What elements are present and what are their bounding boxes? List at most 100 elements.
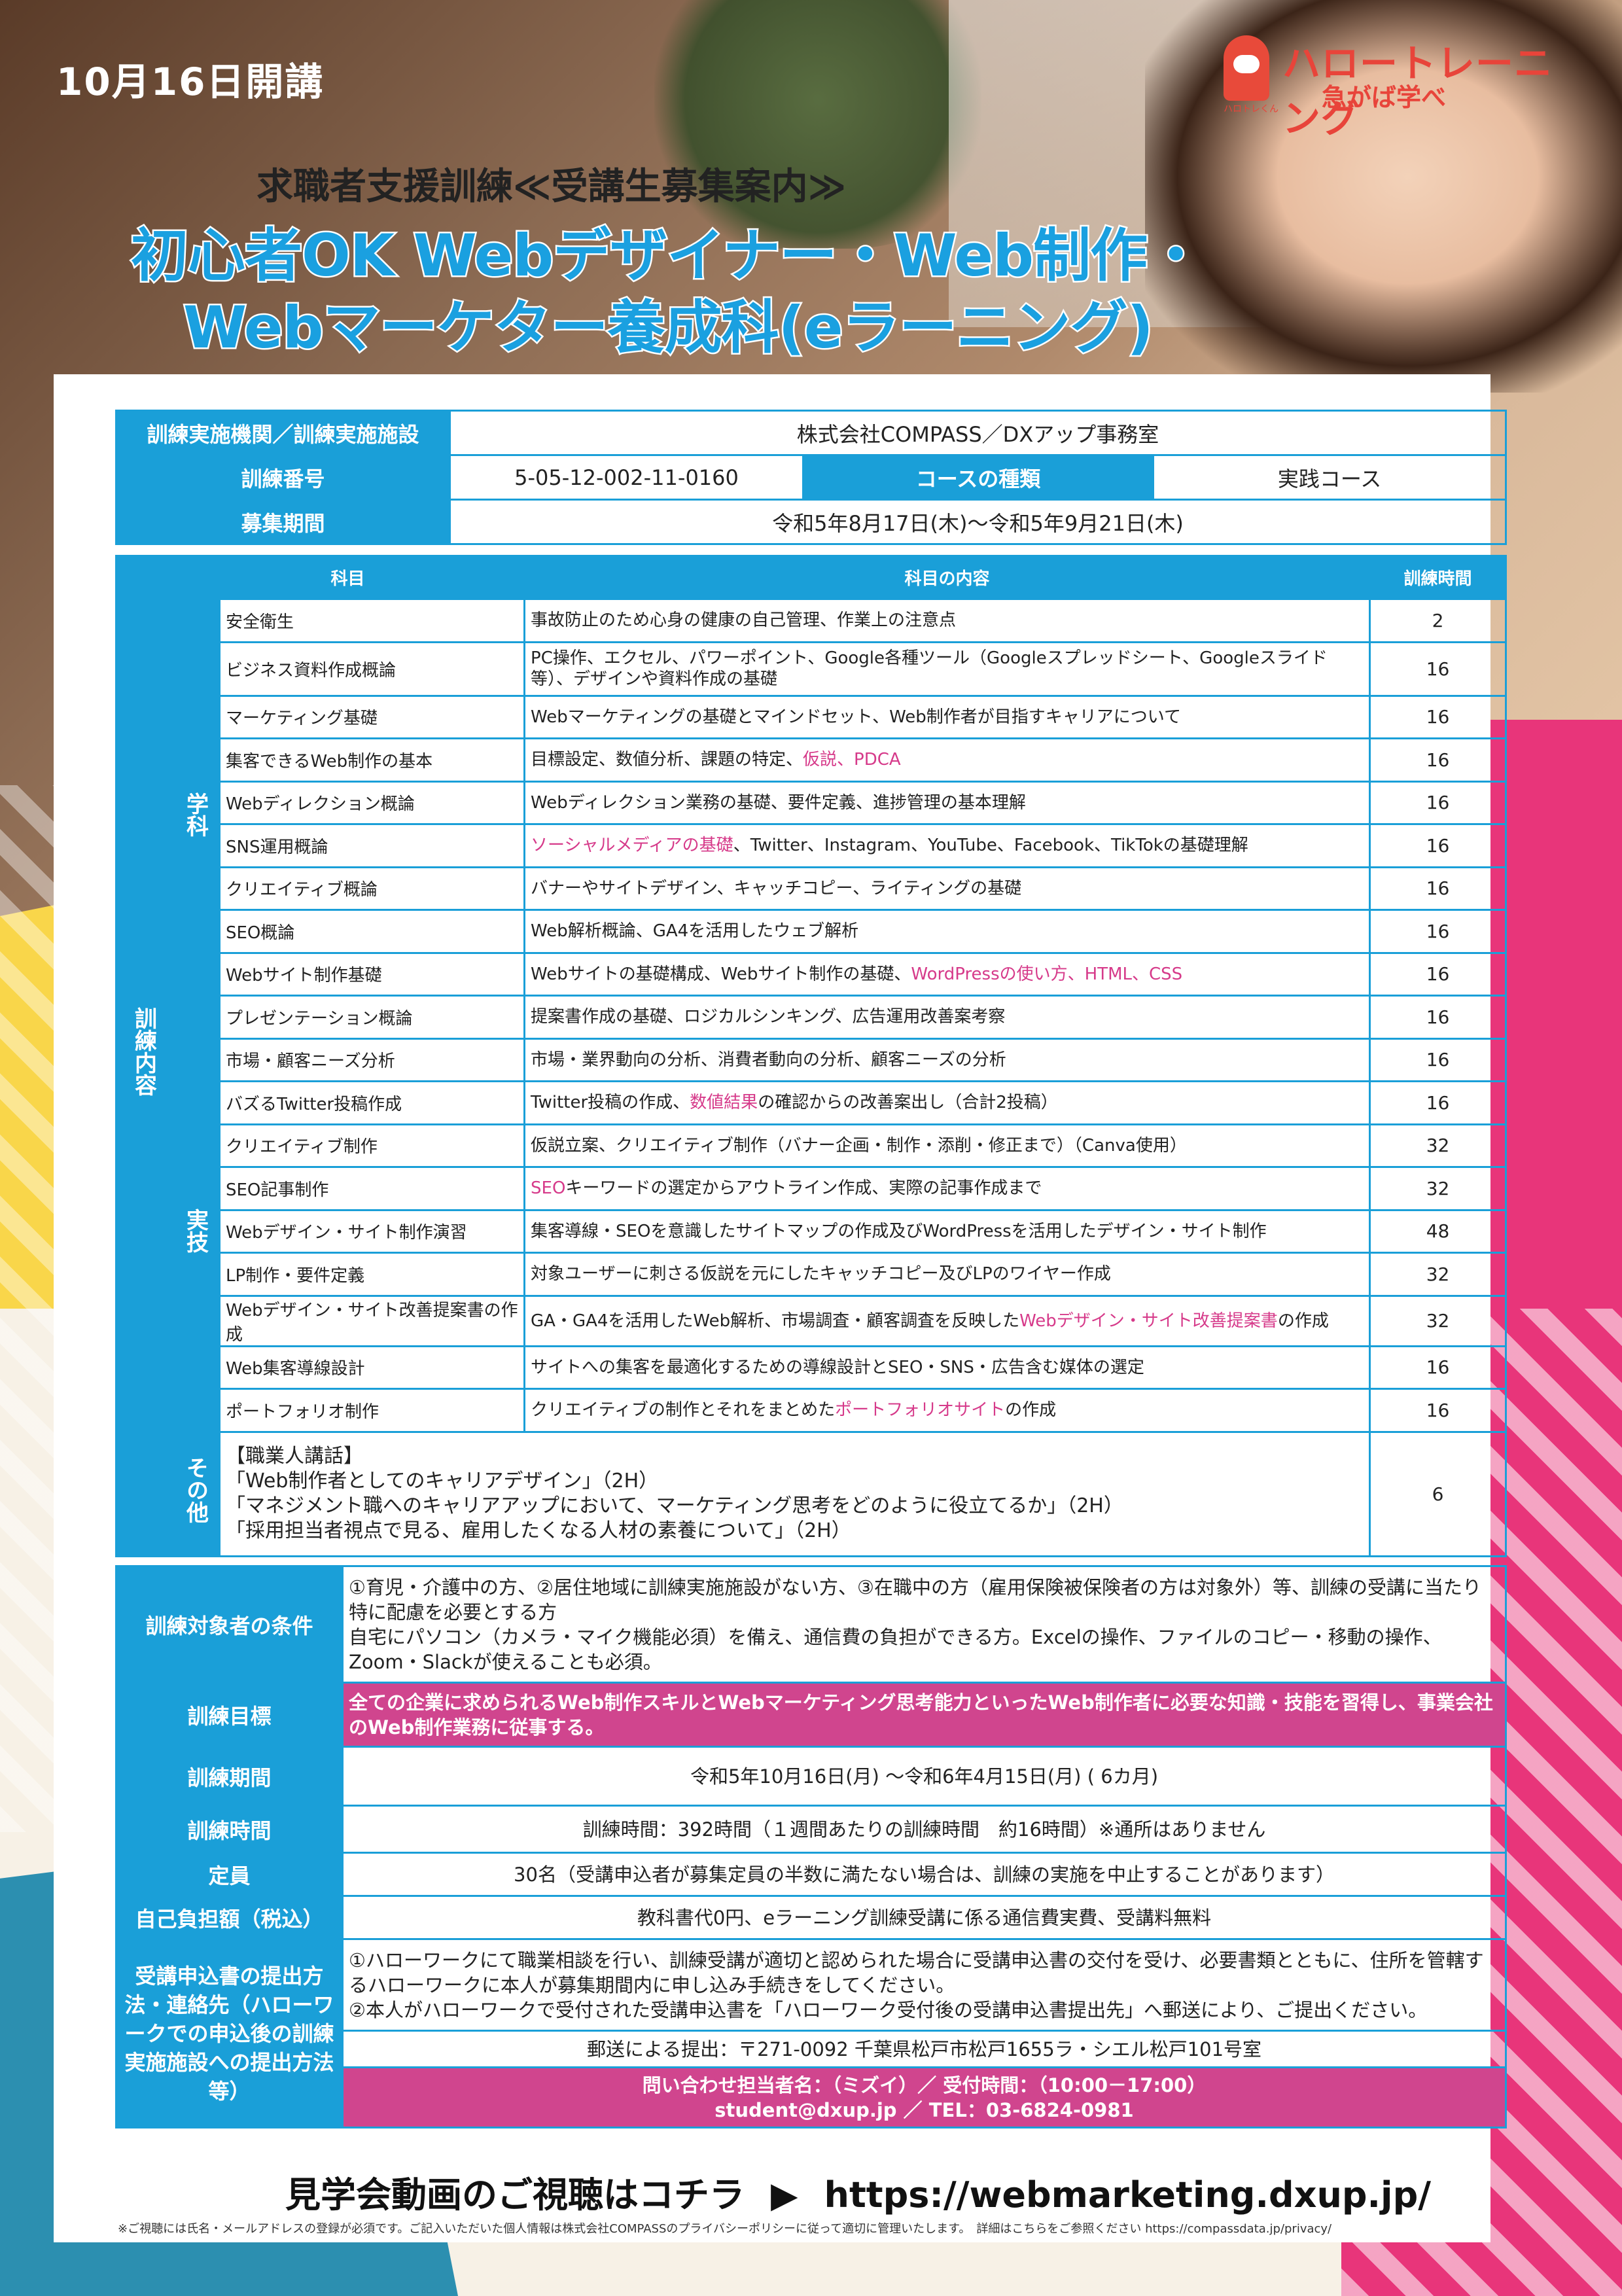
- subject-cell: クリエイティブ制作: [218, 1123, 526, 1168]
- number-value: 5-05-12-002-11-0160: [449, 454, 804, 501]
- curriculum-row: SEO概論 Web解析概論、GA4を活用したウェブ解析 16: [116, 909, 1507, 954]
- target-value: ①育児・介護中の方、②居住地域に訓練実施施設がない方、③在職中の方（雇用保険被保…: [342, 1565, 1507, 1684]
- group-label-text: 訓練内容: [130, 1007, 157, 1097]
- curriculum-row: Webサイト制作基礎 Webサイトの基礎構成、Webサイト制作の基礎、WordPr…: [116, 951, 1507, 997]
- hours-cell: 16: [1369, 641, 1507, 697]
- play-arrow-icon: ▶: [771, 2174, 798, 2216]
- hours-label: 訓練時間: [115, 1805, 344, 1854]
- hours-cell: 16: [1369, 1345, 1507, 1390]
- contact-line-1: 問い合わせ担当者名：（ミズイ）／ 受付時間：（10:00－17:00）: [642, 2074, 1207, 2096]
- hours-cell: 32: [1369, 1252, 1507, 1297]
- title-line-2: Webマーケター養成科(eラーニング): [182, 292, 1155, 363]
- target-label: 訓練対象者の条件: [115, 1565, 344, 1684]
- content-highlight: SEO: [531, 1178, 566, 1199]
- curriculum-row: クリエイティブ制作 仮説立案、クリエイティブ制作（バナー企画・制作・添削・修正まで…: [116, 1123, 1507, 1168]
- content-cell: 市場・業界動向の分析、消費者動向の分析、顧客ニーズの分析: [523, 1037, 1371, 1082]
- subject-cell: Webディレクション概論: [218, 780, 526, 825]
- subject-cell: クリエイティブ概論: [218, 866, 526, 911]
- content-cell: Webサイトの基礎構成、Webサイト制作の基礎、WordPressの使い方、HT…: [523, 951, 1371, 997]
- hours-cell: 16: [1369, 951, 1507, 997]
- subject-cell: 安全衛生: [218, 598, 526, 643]
- content-text: PC操作、エクセル、パワーポイント、Google各種ツール（Googleスプレッ…: [531, 648, 1328, 689]
- hours-cell: 32: [1369, 1294, 1507, 1347]
- cta-text: 見学会動画のご視聴はコチラ: [285, 2174, 745, 2216]
- curriculum-row: Webデザイン・サイト改善提案書の作成 GA・GA4を活用したWeb解析、市場調査…: [116, 1294, 1507, 1347]
- col-hours: 訓練時間: [1369, 555, 1507, 600]
- subject-cell: ポートフォリオ制作: [218, 1388, 526, 1433]
- period-value: 令和5年10月16日(月) ～令和6年4月15日(月) ( 6カ月): [342, 1746, 1507, 1807]
- capacity-label: 定員: [115, 1852, 344, 1897]
- subject-cell: SEO記事制作: [218, 1166, 526, 1211]
- subject-cell: ビジネス資料作成概論: [218, 641, 526, 697]
- content-cell: Webマーケティングの基礎とマインドセット、Web制作者が目指すキャリアについて: [523, 694, 1371, 739]
- content-cell: SEOキーワードの選定からアウトライン作成、実際の記事作成まで: [523, 1166, 1371, 1211]
- academic-label: 学科: [170, 598, 220, 1040]
- content-text: 仮説立案、クリエイティブ制作（バナー企画・制作・添削・修正まで）（Canva使用…: [531, 1135, 1187, 1156]
- subject-cell: 市場・顧客ニーズ分析: [218, 1037, 526, 1082]
- hours-cell: 16: [1369, 1037, 1507, 1082]
- content-cell: ソーシャルメディアの基礎、Twitter、Instagram、YouTube、F…: [523, 823, 1371, 868]
- target-line: 自宅にパソコン（カメラ・マイク機能必須）を備え、通信費の負担ができる方。Exce…: [349, 1625, 1442, 1673]
- curriculum-row: Webデザイン・サイト制作演習 集客導線・SEOを意識したサイトマップの作成及びW…: [116, 1209, 1507, 1254]
- curriculum-row: Webディレクション概論 Webディレクション業務の基礎、要件定義、進捗管理の基本…: [116, 780, 1507, 825]
- subject-cell: SEO概論: [218, 909, 526, 954]
- institution-label: 訓練実施機関／訓練実施施設: [115, 410, 451, 456]
- content-highlight: Webデザイン・サイト改善提案書: [1019, 1311, 1278, 1331]
- logo-tagline: 急がば学べ: [1322, 83, 1447, 112]
- curriculum-row: LP制作・要件定義 対象ユーザーに刺さる仮説を元にしたキャッチコピー及びLPのワイ…: [116, 1252, 1507, 1297]
- other-label-text: その他: [182, 1456, 209, 1523]
- curriculum-row: 学科 安全衛生 事故防止のため心身の健康の自己管理、作業上の注意点 2: [116, 598, 1507, 1040]
- col-content: 科目の内容: [523, 555, 1371, 600]
- cta-url-link[interactable]: https://webmarketing.dxup.jp/: [824, 2174, 1431, 2216]
- content-text: 、Twitter、Instagram、YouTube、Facebook、TikT…: [733, 836, 1248, 856]
- other-row: その他 【職業人講話】 「Web制作者としてのキャリアデザイン」（2H） 「マネジメン…: [116, 1430, 1507, 1557]
- mascot-icon: [1224, 35, 1269, 101]
- hours-cell: 32: [1369, 1166, 1507, 1211]
- content-text: キーワードの選定からアウトライン作成、実際の記事作成まで: [565, 1178, 1042, 1199]
- content-cell: Webディレクション業務の基礎、要件定義、進捗管理の基本理解: [523, 780, 1371, 825]
- practical-label-text: 実技: [182, 1209, 209, 1253]
- subtitle: 求職者支援訓練≪受講生募集案内≫: [256, 166, 847, 208]
- hours-cell: 16: [1369, 1388, 1507, 1433]
- curriculum-row: ビジネス資料作成概論 PC操作、エクセル、パワーポイント、Google各種ツール（…: [116, 641, 1507, 697]
- mail-value: 郵送による提出：〒271-0092 千葉県松戸市松戸1655ラ・シエル松戸101…: [342, 2030, 1507, 2068]
- open-date: 10月16日開講: [56, 60, 325, 104]
- content-text-post: の作成: [1277, 1311, 1329, 1331]
- group-label: 訓練内容: [115, 555, 172, 1557]
- content-cell: サイトへの集客を最適化するための導線設計とSEO・SNS・広告含む媒体の選定: [523, 1345, 1371, 1390]
- subject-cell: プレゼンテーション概論: [218, 995, 526, 1040]
- content-highlight: ポートフォリオサイト: [835, 1400, 1006, 1421]
- content-highlight: 仮説、PDCA: [803, 750, 901, 770]
- hours-cell: 2: [1369, 598, 1507, 643]
- target-line: ①育児・介護中の方、②居住地域に訓練実施施設がない方、③在職中の方（雇用保険被保…: [349, 1576, 1481, 1623]
- content-text: Webディレクション業務の基礎、要件定義、進捗管理の基本理解: [531, 792, 1026, 813]
- content-text: 集客導線・SEOを意識したサイトマップの作成及びWordPressを活用したデザ…: [531, 1221, 1267, 1241]
- content-text: Webマーケティングの基礎とマインドセット、Web制作者が目指すキャリアについて: [531, 707, 1182, 727]
- subject-cell: SNS運用概論: [218, 823, 526, 868]
- curriculum-row: プレゼンテーション概論 提案書作成の基礎、ロジカルシンキング、広告運用改善案考察 1…: [116, 995, 1507, 1040]
- video-cta[interactable]: 見学会動画のご視聴はコチラ ▶ https://webmarketing.dxup.…: [285, 2166, 1431, 2217]
- hours-cell: 16: [1369, 737, 1507, 783]
- content-text-post: の確認からの改善案出し（合計2投稿）: [758, 1093, 1058, 1113]
- apply-label: 受講申込書の提出方法・連絡先（ハローワークでの申込後の訓練実施施設への提出方法等…: [115, 1938, 344, 2128]
- content-cell: Twitter投稿の作成、数値結果の確認からの改善案出し（合計2投稿）: [523, 1080, 1371, 1125]
- hours-cell: 16: [1369, 1080, 1507, 1125]
- apply-line: ①ハローワークにて職業相談を行い、訓練受講が適切と認められた場合に受講申込書の交…: [349, 1949, 1484, 1996]
- content-text: バナーやサイトデザイン、キャッチコピー、ライティングの基礎: [531, 878, 1022, 898]
- curriculum-row: SEO記事制作 SEOキーワードの選定からアウトライン作成、実際の記事作成まで 32: [116, 1166, 1507, 1211]
- content-text: GA・GA4を活用したWeb解析、市場調査・顧客調査を反映した: [531, 1311, 1020, 1331]
- content-cell: クリエイティブの制作とそれをまとめたポートフォリオサイトの作成: [523, 1388, 1371, 1433]
- content-text: サイトへの集客を最適化するための導線設計とSEO・SNS・広告含む媒体の選定: [531, 1357, 1144, 1377]
- hours-cell: 16: [1369, 909, 1507, 954]
- content-text: 提案書作成の基礎、ロジカルシンキング、広告運用改善案考察: [531, 1007, 1006, 1027]
- other-label: その他: [170, 1430, 220, 1557]
- content-cell: 目標設定、数値分析、課題の特定、仮説、PDCA: [523, 737, 1371, 783]
- subject-cell: Webデザイン・サイト制作演習: [218, 1209, 526, 1254]
- hours-cell: 16: [1369, 823, 1507, 868]
- goal-value: 全ての企業に求められるWeb制作スキルとWebマーケティング思考能力といったWe…: [342, 1682, 1507, 1748]
- hello-training-logo: ハロートレーニング 急がば学べ ハロトレくん: [1224, 30, 1590, 141]
- hours-cell: 48: [1369, 1209, 1507, 1254]
- hours-cell: 16: [1369, 866, 1507, 911]
- content-text: 事故防止のため心身の健康の自己管理、作業上の注意点: [531, 610, 957, 631]
- other-line: 「Web制作者としてのキャリアデザイン」（2H）: [226, 1470, 659, 1492]
